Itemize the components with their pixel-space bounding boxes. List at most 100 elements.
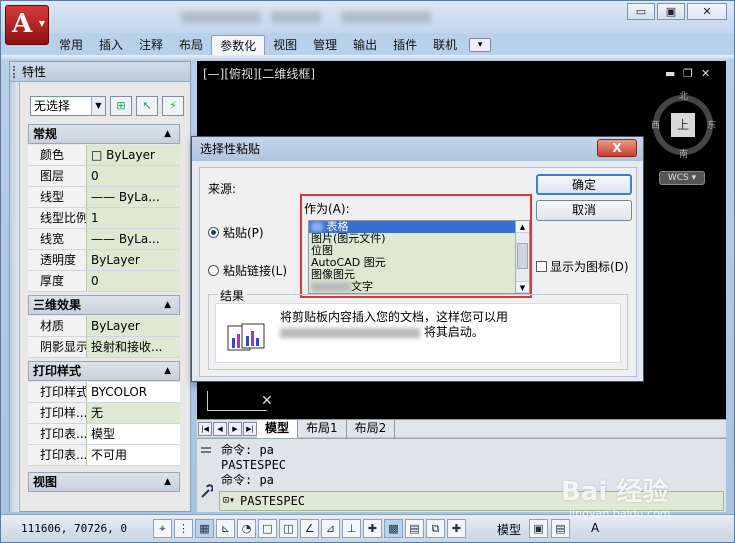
- grip-icon[interactable]: [13, 66, 17, 78]
- lineweight-icon[interactable]: ✚: [363, 519, 382, 538]
- tab-home[interactable]: 常用: [51, 35, 91, 55]
- tab-insert[interactable]: 插入: [91, 35, 131, 55]
- selection-cycling-icon[interactable]: ⧉: [426, 519, 445, 538]
- coordinates-readout[interactable]: 111606, 70726, 0: [21, 522, 127, 535]
- ducs-icon[interactable]: ⊿: [321, 519, 340, 538]
- dialog-close-button[interactable]: X: [597, 139, 637, 157]
- display-as-icon-checkbox[interactable]: 显示为图标(D): [536, 258, 629, 275]
- property-row[interactable]: 线型 —— ByLa...: [28, 187, 180, 208]
- transparency-icon[interactable]: ▩: [384, 519, 403, 538]
- property-row[interactable]: 颜色 □ ByLayer: [28, 145, 180, 166]
- close-button[interactable]: ✕: [687, 3, 727, 20]
- command-line: 命令: pa PASTESPEC 命令: pa ⊡▾ PASTESPEC: [197, 438, 726, 512]
- title-bar: ▭ ▣ ✕: [1, 1, 734, 33]
- property-row[interactable]: 材质 ByLayer: [28, 316, 180, 337]
- scroll-thumb[interactable]: [517, 243, 528, 269]
- tab-layout2[interactable]: 布局2: [347, 419, 396, 438]
- application-menu-button[interactable]: A ▼: [5, 5, 49, 45]
- tab-layout[interactable]: 布局: [171, 35, 211, 55]
- layout-icon[interactable]: ▣: [529, 519, 548, 538]
- property-row[interactable]: 线宽 —— ByLa...: [28, 229, 180, 250]
- infer-constraints-icon[interactable]: ⌖: [153, 519, 172, 538]
- wrench-icon[interactable]: [199, 443, 213, 509]
- section-general[interactable]: 常规 ▲: [28, 124, 180, 144]
- list-scrollbar[interactable]: ▲ ▼: [515, 221, 529, 293]
- last-tab-icon[interactable]: ▶|: [243, 421, 257, 436]
- 3d-osnap-icon[interactable]: ◫: [279, 519, 298, 538]
- compass-north[interactable]: 北: [679, 89, 688, 102]
- list-item[interactable]: 图像图元: [309, 269, 529, 281]
- property-row[interactable]: 打印表... 模型: [28, 424, 180, 445]
- scroll-down-icon[interactable]: ▼: [516, 281, 529, 293]
- paste-special-dialog: 选择性粘贴 X 来源: 粘贴(P) 粘贴链接(L) 作为(A): 表格 图片(图…: [191, 136, 644, 382]
- property-row[interactable]: 厚度 0: [28, 271, 180, 292]
- ortho-icon[interactable]: ⊾: [216, 519, 235, 538]
- tab-manage[interactable]: 管理: [305, 35, 345, 55]
- scroll-up-icon[interactable]: ▲: [516, 221, 529, 233]
- viewcube[interactable]: 上: [653, 95, 713, 155]
- tab-parametric[interactable]: 参数化: [211, 35, 266, 55]
- section-plot-style[interactable]: 打印样式 ▲: [28, 361, 180, 381]
- property-row[interactable]: 图层 0: [28, 166, 180, 187]
- otrack-icon[interactable]: ∠: [300, 519, 319, 538]
- model-space-label[interactable]: 模型: [497, 521, 521, 538]
- tab-model[interactable]: 模型: [257, 419, 299, 438]
- property-row[interactable]: 透明度 ByLayer: [28, 250, 180, 271]
- section-view[interactable]: 视图 ▲: [28, 472, 180, 492]
- annotation-monitor-icon[interactable]: ✚: [447, 519, 466, 538]
- annotation-scale-label[interactable]: A: [591, 521, 599, 535]
- list-item[interactable]: 图片(图元文件): [309, 233, 529, 245]
- radio-selected-icon: [208, 227, 219, 238]
- compass-east[interactable]: 东: [707, 118, 716, 131]
- select-objects-button[interactable]: ↖: [136, 96, 158, 116]
- prev-tab-icon[interactable]: ◀: [213, 421, 227, 436]
- selection-dropdown[interactable]: 无选择 ▼: [30, 96, 106, 116]
- paste-as-list[interactable]: 表格 图片(图元文件) 位图 AutoCAD 图元 图像图元 文字 ▲ ▼: [308, 220, 530, 294]
- tab-output[interactable]: 输出: [345, 35, 385, 55]
- next-tab-icon[interactable]: ▶: [228, 421, 242, 436]
- property-row[interactable]: 打印样式 BYCOLOR: [28, 382, 180, 403]
- osnap-icon[interactable]: □: [258, 519, 277, 538]
- viewcube-face[interactable]: 上: [671, 113, 695, 137]
- paste-radio[interactable]: 粘贴(P): [208, 224, 264, 241]
- close-viewport-icon[interactable]: ✕: [701, 67, 710, 80]
- compass-south[interactable]: 南: [679, 147, 688, 160]
- viewport-controls-label[interactable]: [—][俯视][二维线框]: [203, 65, 315, 82]
- restore-viewport-icon[interactable]: ❐: [683, 67, 693, 80]
- grid-icon[interactable]: ▦: [195, 519, 214, 538]
- minimize-viewport-icon[interactable]: ▬: [665, 67, 675, 80]
- toggle-pickadd-button[interactable]: ⊞: [110, 96, 132, 116]
- quick-properties-icon[interactable]: ▤: [405, 519, 424, 538]
- chevron-down-icon: ▼: [38, 19, 45, 28]
- polar-icon[interactable]: ◔: [237, 519, 256, 538]
- minimize-button[interactable]: ▭: [627, 3, 655, 20]
- quick-select-button[interactable]: ⚡: [162, 96, 184, 116]
- tab-annotate[interactable]: 注释: [131, 35, 171, 55]
- property-row[interactable]: 打印表... 不可用: [28, 445, 180, 466]
- tab-online[interactable]: 联机: [425, 35, 465, 55]
- dyn-icon[interactable]: ⊥: [342, 519, 361, 538]
- compass-west[interactable]: 西: [651, 118, 660, 131]
- chevron-down-icon: ▼: [91, 97, 105, 115]
- property-row[interactable]: 线型比例 1: [28, 208, 180, 229]
- tab-plugins[interactable]: 插件: [385, 35, 425, 55]
- ribbon-options-button[interactable]: ▾: [469, 38, 492, 52]
- property-row[interactable]: 阴影显示 投射和接收...: [28, 337, 180, 358]
- restore-button[interactable]: ▣: [657, 3, 685, 20]
- ok-button[interactable]: 确定: [536, 174, 632, 195]
- section-3d-effects[interactable]: 三维效果 ▲: [28, 295, 180, 315]
- tab-view[interactable]: 视图: [265, 35, 305, 55]
- quick-view-icon[interactable]: ▤: [551, 519, 570, 538]
- cancel-button[interactable]: 取消: [536, 200, 632, 221]
- list-item[interactable]: 文字: [309, 281, 529, 293]
- palette-sidebar[interactable]: [10, 82, 20, 512]
- snap-mode-icon[interactable]: ⋮: [174, 519, 193, 538]
- command-input[interactable]: ⊡▾ PASTESPEC: [219, 491, 724, 511]
- wcs-menu[interactable]: WCS ▾: [659, 171, 705, 185]
- property-row[interactable]: 打印样... 无: [28, 403, 180, 424]
- paste-link-radio[interactable]: 粘贴链接(L): [208, 262, 287, 279]
- command-history: 命令: pa PASTESPEC 命令: pa: [221, 443, 287, 487]
- result-group: 结果 将剪贴板内容插入您的文档，这样您可以用 将其启动。: [208, 287, 628, 370]
- first-tab-icon[interactable]: |◀: [198, 421, 212, 436]
- tab-layout1[interactable]: 布局1: [298, 419, 347, 438]
